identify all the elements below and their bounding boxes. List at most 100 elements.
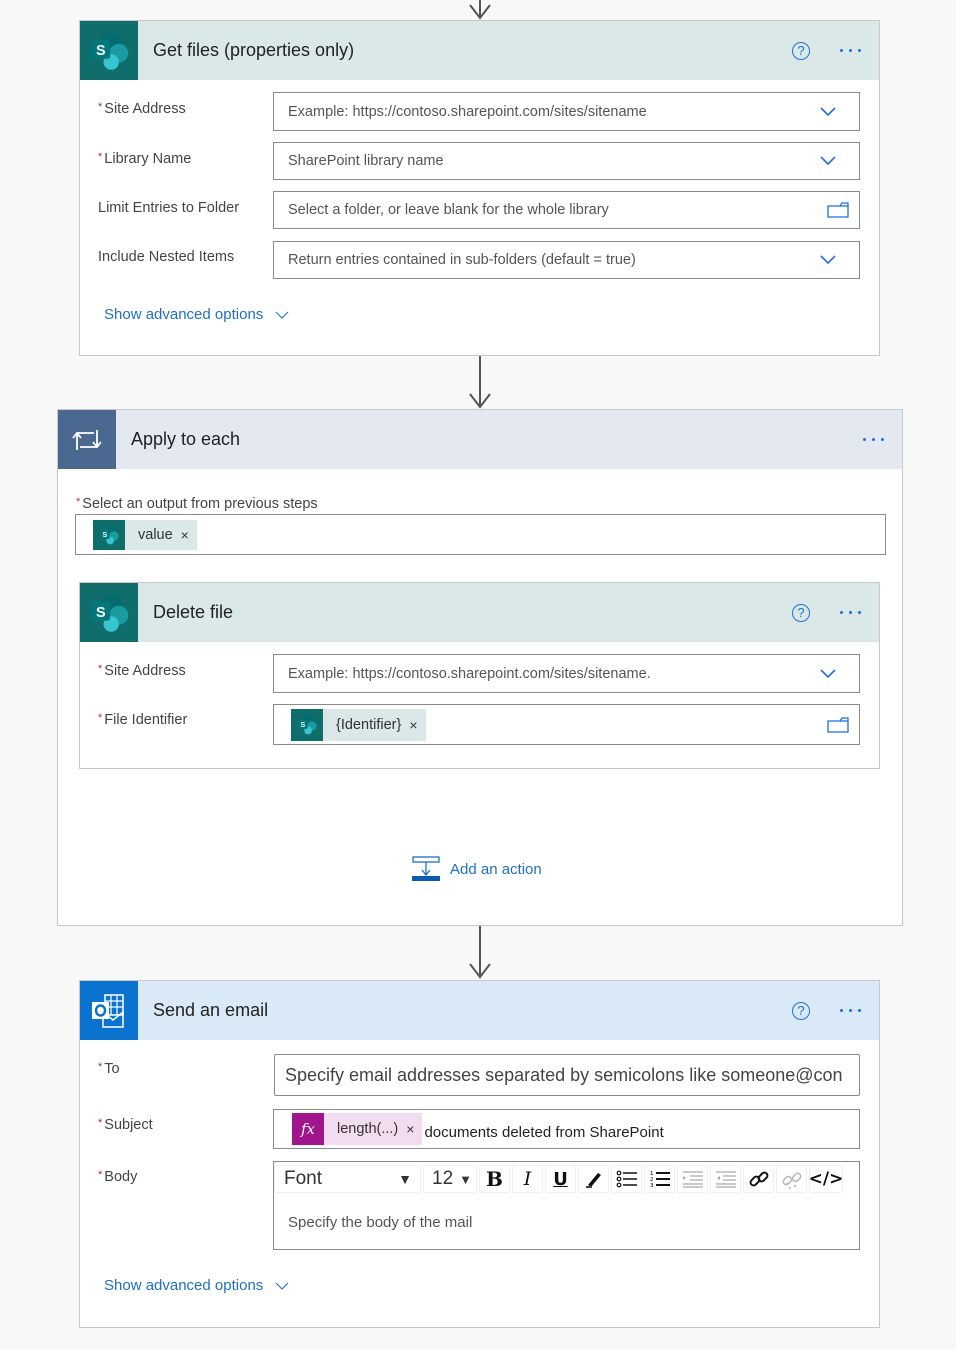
body-label: * Body — [98, 1169, 138, 1185]
remove-token-icon[interactable]: × — [409, 717, 417, 733]
nested-items-dropdown[interactable]: Return entries contained in sub-folders … — [273, 241, 860, 279]
numbered-list-button[interactable]: 123 — [644, 1165, 675, 1193]
link-icon — [749, 1171, 768, 1187]
site-address-label: * Site Address — [98, 663, 186, 679]
decrease-indent-button[interactable] — [710, 1165, 741, 1193]
font-size-select[interactable]: 12 ▼ — [423, 1165, 477, 1193]
chevron-down-icon[interactable] — [819, 665, 837, 683]
chevron-down-icon[interactable] — [819, 152, 837, 170]
chevron-down-icon — [275, 308, 289, 322]
outlook-icon — [80, 981, 138, 1040]
more-options-icon[interactable] — [840, 611, 861, 614]
add-action-icon — [412, 856, 440, 881]
to-placeholder: Specify email addresses separated by sem… — [285, 1064, 843, 1085]
card-header[interactable]: Apply to each — [58, 410, 902, 469]
remove-token-icon[interactable]: × — [406, 1121, 414, 1137]
to-input[interactable]: Specify email addresses separated by sem… — [274, 1054, 860, 1096]
remove-token-icon[interactable]: × — [181, 527, 189, 543]
card-title: Send an email — [153, 1000, 269, 1020]
nested-items-label: Include Nested Items — [98, 249, 235, 265]
show-advanced-options-link[interactable]: Show advanced options — [104, 1277, 289, 1294]
body-placeholder: Specify the body of the mail — [288, 1214, 473, 1231]
delete-file-card: Delete file ? * Site Address Example: htt… — [79, 582, 880, 769]
italic-button[interactable]: I — [512, 1165, 543, 1193]
folder-icon[interactable] — [827, 717, 849, 733]
add-action-label: Add an action — [450, 860, 542, 878]
help-icon[interactable]: ? — [792, 603, 810, 622]
code-view-button[interactable]: </> — [809, 1165, 843, 1193]
arrow-head-icon — [469, 393, 491, 409]
card-header[interactable]: Send an email ? — [80, 981, 879, 1040]
sharepoint-icon — [80, 583, 138, 642]
show-advanced-label: Show advanced options — [104, 306, 264, 323]
send-email-card: Send an email ? * To Specify email addres… — [79, 980, 880, 1328]
show-advanced-options-link[interactable]: Show advanced options — [104, 306, 289, 323]
bold-button[interactable]: B — [479, 1165, 510, 1193]
nested-items-placeholder: Return entries contained in sub-folders … — [288, 252, 636, 268]
loop-icon — [58, 410, 116, 469]
select-output-label: * Select an output from previous steps — [76, 496, 318, 512]
apply-to-each-card: Apply to each * Select an output from pre… — [57, 409, 903, 926]
get-files-card: Get files (properties only) ? * Site Addr… — [79, 20, 880, 356]
value-token[interactable]: value × — [93, 519, 197, 550]
more-options-icon[interactable] — [840, 1009, 861, 1012]
help-icon[interactable]: ? — [792, 1001, 810, 1020]
folder-icon[interactable] — [827, 202, 849, 218]
limit-folder-input[interactable]: Select a folder, or leave blank for the … — [273, 191, 860, 229]
unlink-icon — [781, 1172, 802, 1189]
unlink-button[interactable] — [776, 1165, 807, 1193]
to-label: * To — [98, 1061, 120, 1077]
library-name-label: * Library Name — [98, 151, 192, 167]
subject-label: * Subject — [98, 1117, 153, 1133]
numbered-list-icon: 123 — [650, 1171, 670, 1188]
highlight-button[interactable] — [578, 1165, 609, 1193]
pen-icon — [585, 1173, 601, 1188]
card-title: Apply to each — [131, 429, 241, 449]
token-label: {Identifier} — [336, 716, 402, 733]
arrow-head-icon — [469, 963, 491, 979]
expression-icon: fx — [292, 1113, 324, 1145]
chevron-down-icon[interactable] — [819, 251, 837, 269]
bulleted-list-icon — [616, 1170, 637, 1188]
underline-button[interactable]: U — [545, 1165, 576, 1193]
sharepoint-icon — [93, 519, 125, 550]
font-size-value: 12 — [432, 1168, 454, 1189]
subject-input[interactable]: fx length(...) × documents deleted from … — [273, 1109, 860, 1149]
select-output-input[interactable]: value × — [75, 514, 886, 555]
increase-indent-button[interactable] — [677, 1165, 708, 1193]
file-identifier-label: * File Identifier — [98, 712, 188, 728]
more-options-icon[interactable] — [840, 49, 861, 52]
library-name-placeholder: SharePoint library name — [288, 153, 444, 169]
length-expression-token[interactable]: fx length(...) × — [292, 1113, 423, 1145]
card-header[interactable]: Delete file ? — [80, 583, 879, 642]
site-address-dropdown[interactable]: Example: https://contoso.sharepoint.com/… — [273, 654, 860, 693]
limit-folder-label: Limit Entries to Folder — [98, 200, 240, 216]
font-select[interactable]: Font ▼ — [274, 1165, 421, 1193]
increase-indent-icon — [682, 1171, 703, 1188]
bulleted-list-button[interactable] — [611, 1165, 642, 1193]
body-editor[interactable]: Font ▼ 12 ▼ B I U 123 </> Specify the bo… — [273, 1161, 860, 1250]
more-options-icon[interactable] — [863, 438, 884, 441]
subject-text: documents deleted from SharePoint — [424, 1123, 664, 1141]
card-header[interactable]: Get files (properties only) ? — [80, 21, 879, 80]
chevron-down-icon — [275, 1279, 289, 1293]
site-address-placeholder: Example: https://contoso.sharepoint.com/… — [288, 103, 647, 120]
font-select-value: Font — [284, 1168, 323, 1189]
chevron-down-icon[interactable] — [819, 103, 837, 121]
card-title: Delete file — [153, 602, 234, 622]
svg-text:3: 3 — [650, 1183, 654, 1188]
site-address-dropdown[interactable]: Example: https://contoso.sharepoint.com/… — [273, 92, 860, 131]
caret-down-icon: ▼ — [459, 1171, 472, 1187]
card-title: Get files (properties only) — [153, 40, 355, 60]
library-name-dropdown[interactable]: SharePoint library name — [273, 142, 860, 180]
file-identifier-input[interactable]: {Identifier} × — [273, 704, 860, 745]
identifier-token[interactable]: {Identifier} × — [291, 708, 426, 741]
site-address-placeholder: Example: https://contoso.sharepoint.com/… — [288, 665, 651, 682]
help-icon[interactable]: ? — [792, 41, 810, 60]
decrease-indent-icon — [715, 1171, 736, 1188]
add-action-button[interactable]: Add an action — [412, 856, 542, 882]
sharepoint-icon — [291, 708, 323, 741]
link-button[interactable] — [743, 1165, 774, 1193]
site-address-label: * Site Address — [98, 101, 186, 117]
limit-folder-placeholder: Select a folder, or leave blank for the … — [288, 202, 609, 218]
